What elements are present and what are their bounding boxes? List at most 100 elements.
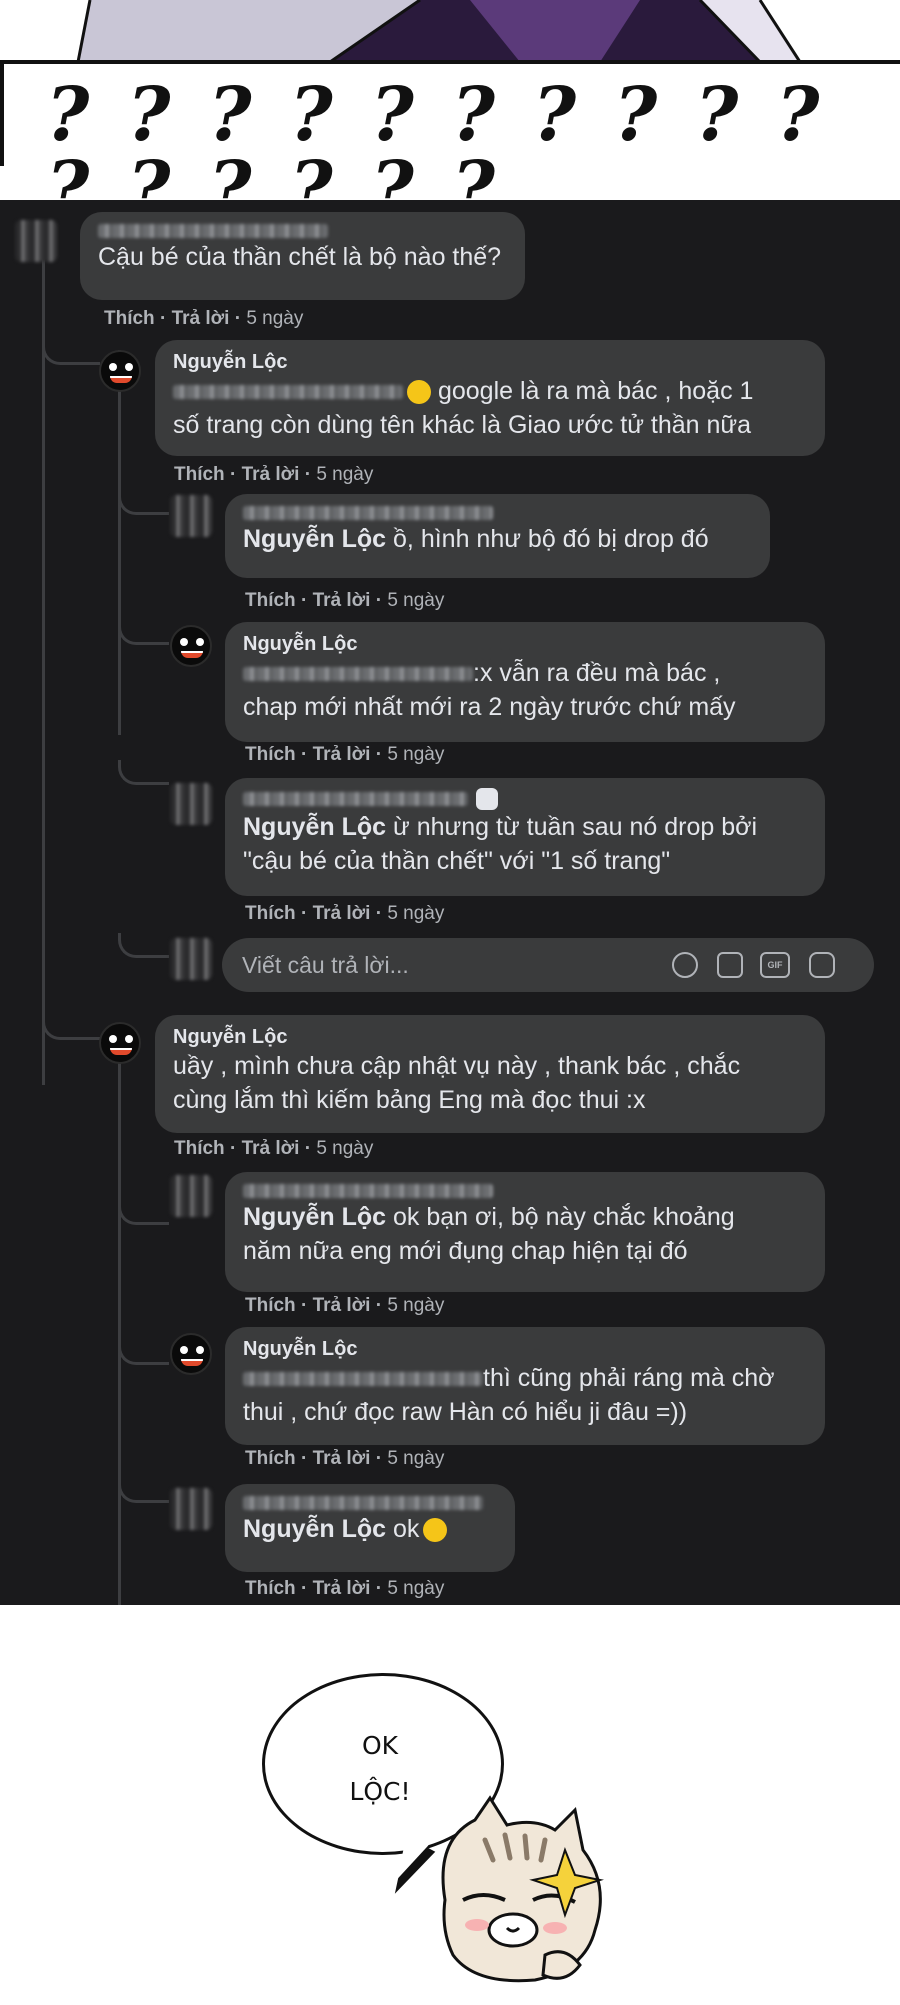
- author-name-blurred[interactable]: [98, 223, 328, 238]
- avatar[interactable]: [170, 1333, 212, 1375]
- like-link[interactable]: Thích: [104, 308, 155, 329]
- thread-connector: [118, 1200, 169, 1225]
- mention-tag[interactable]: Nguyễn Lộc: [243, 525, 386, 553]
- emoji-icon: [423, 1518, 448, 1543]
- like-link[interactable]: Thích: [245, 1295, 296, 1316]
- like-link[interactable]: Thích: [245, 590, 296, 611]
- thread-connector: [118, 1478, 169, 1503]
- like-link[interactable]: Thích: [174, 464, 225, 485]
- gif-icon[interactable]: GIF: [760, 952, 790, 978]
- comment-bubble: Nguyễn Lộc ok bạn ơi, bộ này chắc khoảng…: [225, 1172, 825, 1292]
- reply-link[interactable]: Trả lời: [313, 1448, 371, 1469]
- thread-connector: [118, 490, 169, 515]
- reply-link[interactable]: Trả lời: [313, 744, 371, 765]
- comment-text: Nguyễn Lộc ồ, hình như bộ đó bị drop đó: [243, 525, 709, 553]
- current-user-avatar[interactable]: [170, 938, 212, 980]
- reply-input[interactable]: Viết câu trả lời... GIF: [222, 938, 874, 992]
- comment-bubble: Nguyễn Lộc ồ, hình như bộ đó bị drop đó: [225, 494, 770, 578]
- cat-sticker-icon: [441, 1795, 604, 1983]
- author-name[interactable]: Nguyễn Lộc: [173, 1025, 807, 1049]
- author-name-blurred[interactable]: [243, 792, 468, 806]
- mention-blurred[interactable]: [173, 385, 403, 400]
- comment-text: Cậu bé của thần chết là bộ nào thế?: [98, 243, 502, 271]
- timestamp[interactable]: 5 ngày: [387, 1578, 444, 1599]
- character-artwork: [0, 0, 900, 62]
- avatar[interactable]: [15, 220, 57, 262]
- thread-line: [118, 1060, 121, 1605]
- reply-link[interactable]: Trả lời: [313, 590, 371, 611]
- thread-connector: [118, 620, 169, 645]
- like-link[interactable]: Thích: [245, 744, 296, 765]
- thread-connector: [42, 1012, 100, 1040]
- author-name-blurred[interactable]: [243, 1495, 483, 1510]
- comment-bubble: Nguyễn Lộc ok: [225, 1484, 515, 1572]
- reply-link[interactable]: Trả lời: [242, 464, 300, 485]
- comment-bubble: Nguyễn Lộc uầy , mình chưa cập nhật vụ n…: [155, 1015, 825, 1133]
- comment-actions: Thích · Trả lời · 5 ngày: [245, 1448, 445, 1469]
- thread-connector: [42, 340, 100, 365]
- timestamp[interactable]: 5 ngày: [316, 1138, 373, 1159]
- comment-bubble: Nguyễn Lộc :x vẫn ra đều mà bác , chap mớ…: [225, 622, 825, 742]
- comment-actions: Thích · Trả lời · 5 ngày: [104, 308, 304, 329]
- reply-link[interactable]: Trả lời: [172, 308, 230, 329]
- like-link[interactable]: Thích: [245, 1448, 296, 1469]
- avatar[interactable]: [170, 625, 212, 667]
- reply-link[interactable]: Trả lời: [313, 1578, 371, 1599]
- comment-bubble: Nguyễn Lộc thì cũng phải ráng mà chờ thui…: [225, 1327, 825, 1445]
- comment-text: Nguyễn Lộc ok bạn ơi, bộ này chắc khoảng…: [243, 1203, 735, 1265]
- comment-actions: Thích · Trả lời · 5 ngày: [245, 590, 445, 611]
- camera-icon[interactable]: [717, 952, 743, 978]
- mention-tag[interactable]: Nguyễn Lộc: [243, 813, 386, 841]
- comment-bubble: Nguyễn Lộc ừ nhưng từ tuần sau nó drop b…: [225, 778, 825, 896]
- bottom-manga-panel: OK LỘC!: [0, 1605, 900, 2000]
- timestamp[interactable]: 5 ngày: [387, 903, 444, 924]
- reply-link[interactable]: Trả lời: [313, 903, 371, 924]
- author-name[interactable]: Nguyễn Lộc: [243, 632, 807, 656]
- avatar[interactable]: [170, 1175, 212, 1217]
- mention-tag[interactable]: Nguyễn Lộc: [243, 1515, 386, 1543]
- timestamp[interactable]: 5 ngày: [387, 1448, 444, 1469]
- avatar[interactable]: [170, 783, 212, 825]
- comment-text: Nguyễn Lộc ok: [243, 1512, 497, 1546]
- top-manga-panel: ? ? ? ? ? ? ? ? ? ? ? ? ? ? ? ?: [0, 0, 900, 226]
- mention-blurred[interactable]: [243, 667, 473, 682]
- timestamp[interactable]: 5 ngày: [246, 308, 303, 329]
- avatar[interactable]: [99, 1022, 141, 1064]
- comment-actions: Thích · Trả lời · 5 ngày: [245, 1578, 445, 1599]
- mention-blurred[interactable]: [243, 1372, 483, 1387]
- author-name-blurred[interactable]: [243, 505, 493, 520]
- comment-thread-screenshot: Cậu bé của thần chết là bộ nào thế? Thíc…: [0, 200, 900, 1605]
- comment-text: google là ra mà bác , hoặc 1 số trang còn…: [173, 377, 754, 439]
- avatar[interactable]: [99, 350, 141, 392]
- thread-line: [118, 350, 121, 735]
- comment-actions: Thích · Trả lời · 5 ngày: [245, 903, 445, 924]
- comment-bubble: Nguyễn Lộc google là ra mà bác , hoặc 1s…: [155, 340, 825, 456]
- avatar[interactable]: [170, 1488, 212, 1530]
- comment-text: :x vẫn ra đều mà bác , chap mới nhất mới …: [243, 659, 736, 721]
- reply-link[interactable]: Trả lời: [242, 1138, 300, 1159]
- avatar[interactable]: [170, 495, 212, 537]
- sticker-icon[interactable]: [809, 952, 835, 978]
- timestamp[interactable]: 5 ngày: [316, 464, 373, 485]
- comment-actions: Thích · Trả lời · 5 ngày: [245, 744, 445, 765]
- like-link[interactable]: Thích: [245, 903, 296, 924]
- badge-icon: [476, 788, 498, 810]
- comment-actions: Thích · Trả lời · 5 ngày: [174, 1138, 374, 1159]
- author-name[interactable]: Nguyễn Lộc: [243, 1337, 807, 1361]
- timestamp[interactable]: 5 ngày: [387, 744, 444, 765]
- emoji-icon[interactable]: [672, 952, 698, 978]
- thread-connector: [118, 1340, 169, 1365]
- thread-line: [42, 255, 45, 1085]
- mention-tag[interactable]: Nguyễn Lộc: [243, 1203, 386, 1231]
- comment-actions: Thích · Trả lời · 5 ngày: [174, 464, 374, 485]
- emoji-icon: [407, 380, 431, 405]
- author-name[interactable]: Nguyễn Lộc: [173, 350, 807, 374]
- comment-text: uầy , mình chưa cập nhật vụ này , thank …: [173, 1052, 741, 1114]
- like-link[interactable]: Thích: [174, 1138, 225, 1159]
- timestamp[interactable]: 5 ngày: [387, 590, 444, 611]
- timestamp[interactable]: 5 ngày: [387, 1295, 444, 1316]
- comment-text: thì cũng phải ráng mà chờ thui , chứ đọc …: [243, 1364, 775, 1426]
- like-link[interactable]: Thích: [245, 1578, 296, 1599]
- reply-link[interactable]: Trả lời: [313, 1295, 371, 1316]
- author-name-blurred[interactable]: [243, 1183, 493, 1198]
